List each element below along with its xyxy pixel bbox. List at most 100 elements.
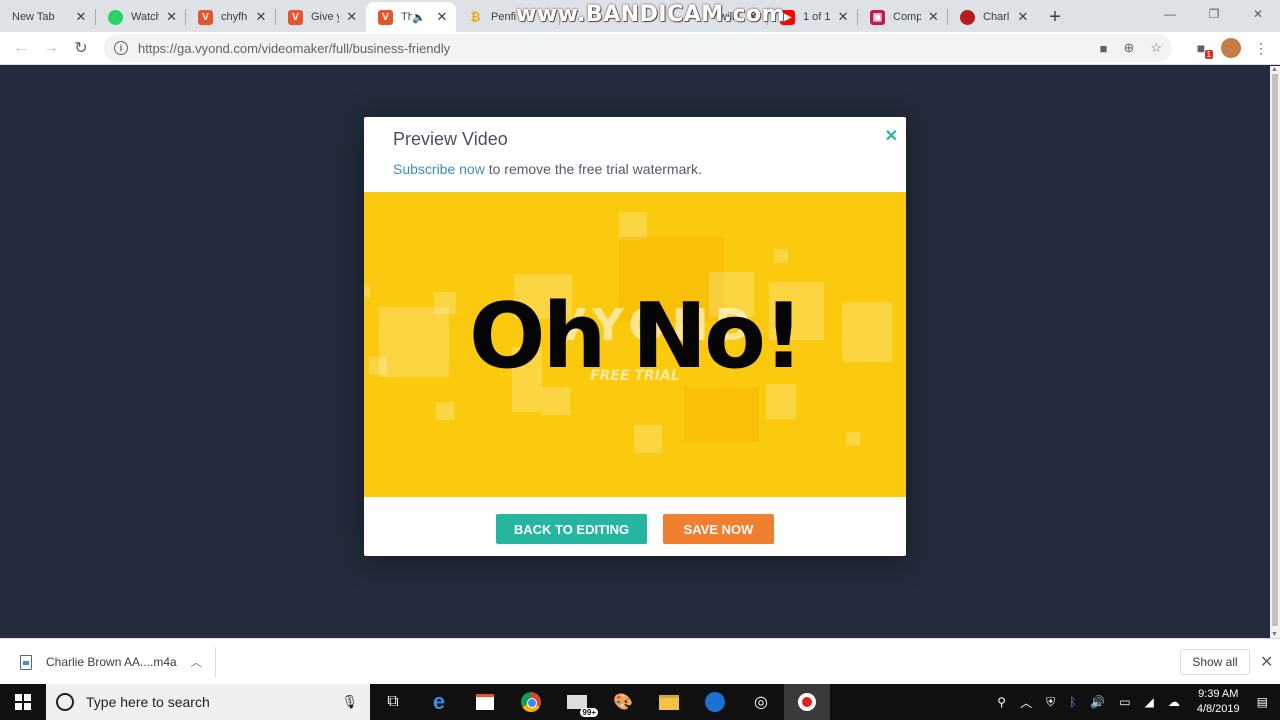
tab-title: Th: [401, 11, 413, 23]
scroll-down-icon[interactable]: ▼: [1271, 631, 1278, 638]
torrent-icon[interactable]: ◎: [738, 684, 784, 720]
tab-chyfh[interactable]: V chyfh ✕: [186, 2, 276, 32]
chevron-up-icon[interactable]: ︿: [1020, 694, 1032, 711]
free-trial-watermark: FREE TRIAL: [590, 368, 680, 384]
bandicam-record-icon[interactable]: [784, 684, 830, 720]
search-placeholder: Type here to search: [86, 694, 210, 710]
address-bar[interactable]: i https://ga.vyond.com/videomaker/full/b…: [104, 34, 1172, 62]
battery-icon[interactable]: ▭: [1119, 695, 1130, 709]
tab-title: Give y: [311, 11, 340, 23]
downloads-bar: Charlie Brown AA....m4a ︿ Show all ✕: [0, 638, 1280, 684]
new-tab-button[interactable]: +: [1038, 2, 1072, 32]
store-icon[interactable]: [462, 684, 508, 720]
windows-taskbar: Type here to search 🎙 ⧉ e 99+ 🎨 ◎ ⚲ ︿ ⛨ …: [0, 684, 1280, 720]
tab-title: will l: [719, 11, 740, 23]
show-all-button[interactable]: Show all: [1180, 649, 1250, 675]
bluetooth-icon[interactable]: ᛒ: [1069, 695, 1076, 709]
info-icon[interactable]: i: [114, 41, 128, 55]
scroll-thumb[interactable]: [1272, 74, 1278, 626]
windows-logo-icon: [15, 694, 31, 710]
close-window-icon[interactable]: ✕: [1236, 0, 1280, 28]
forward-arrow-icon[interactable]: →: [36, 33, 66, 63]
whatsapp-icon: [108, 9, 123, 25]
mail-badge: 99+: [580, 708, 598, 717]
close-icon[interactable]: ✕: [885, 126, 898, 146]
circle-icon: [960, 9, 975, 25]
tab-will[interactable]: will l ✕: [560, 2, 768, 32]
close-icon[interactable]: ✕: [1016, 9, 1030, 25]
close-icon[interactable]: ✕: [746, 9, 760, 25]
cloud-icon[interactable]: ☁: [1168, 695, 1180, 709]
download-item[interactable]: Charlie Brown AA....m4a ︿: [14, 647, 216, 677]
file-explorer-icon[interactable]: [646, 684, 692, 720]
scroll-up-icon[interactable]: ▲: [1271, 66, 1278, 73]
close-icon[interactable]: ✕: [836, 9, 850, 25]
reload-icon[interactable]: ↻: [66, 33, 96, 63]
globe-icon[interactable]: [692, 684, 738, 720]
browser-toolbar: ← → ↻ i https://ga.vyond.com/videomaker/…: [0, 32, 1280, 65]
tab-title: Penfi: [491, 11, 517, 23]
close-icon[interactable]: ✕: [927, 9, 940, 25]
task-view-icon[interactable]: ⧉: [370, 684, 416, 720]
tab-comp[interactable]: ▣ Comp ✕: [858, 2, 948, 32]
tab-title: Charl: [983, 11, 1010, 23]
tab-title: chyfh: [221, 11, 248, 23]
people-icon[interactable]: ⚲: [997, 695, 1006, 709]
tab-give[interactable]: V Give y ✕: [276, 2, 366, 32]
close-icon[interactable]: ✕: [345, 9, 358, 25]
url-text[interactable]: https://ga.vyond.com/videomaker/full/bus…: [138, 41, 1084, 56]
chevron-up-icon[interactable]: ︿: [191, 654, 202, 670]
volume-icon[interactable]: 🔊: [1090, 695, 1105, 709]
tab-watch[interactable]: Watch ✕: [96, 2, 186, 32]
close-icon[interactable]: ✕: [436, 9, 448, 25]
extension-icon[interactable]: ■ 1: [1186, 33, 1216, 63]
shield-icon[interactable]: ⛨: [1046, 695, 1055, 710]
close-icon[interactable]: ✕: [165, 9, 178, 25]
microphone-icon[interactable]: 🎙: [341, 694, 358, 710]
start-button[interactable]: [0, 684, 46, 720]
minimize-icon[interactable]: —: [1148, 0, 1192, 28]
clock-time: 9:39 AM: [1198, 688, 1239, 700]
video-preview[interactable]: VYOND Oh No! FREE TRIAL: [364, 192, 906, 497]
close-icon[interactable]: ✕: [1260, 652, 1273, 672]
subtitle-text: to remove the free trial watermark.: [484, 161, 702, 177]
browser-tab-strip: New Tab ✕ Watch ✕ V chyfh ✕ V Give y ✕ V…: [0, 0, 1280, 32]
cortana-icon: [56, 693, 74, 711]
tab-active[interactable]: V Th 🔈 ✕: [366, 2, 456, 32]
tab-penfi[interactable]: ₿ Penfi: [456, 2, 560, 32]
menu-icon[interactable]: ⋮: [1246, 33, 1276, 63]
vyond-icon: V: [198, 9, 213, 25]
edge-icon[interactable]: e: [416, 684, 462, 720]
notification-icon[interactable]: ▤: [1257, 695, 1268, 709]
audio-file-icon: [20, 654, 32, 670]
tab-charl[interactable]: Charl ✕: [948, 2, 1038, 32]
restore-icon[interactable]: ❐: [1192, 0, 1236, 28]
zoom-icon[interactable]: ⊕: [1123, 40, 1134, 56]
back-to-editing-button[interactable]: BACK TO EDITING: [496, 514, 647, 544]
wifi-icon[interactable]: ◢: [1145, 695, 1154, 709]
close-icon[interactable]: ✕: [254, 9, 268, 25]
taskbar-search[interactable]: Type here to search 🎙: [46, 684, 370, 720]
tab-youtube[interactable]: ▶ 1 of 1 ✕: [768, 2, 858, 32]
speaker-icon[interactable]: 🔈: [412, 11, 426, 24]
page-scrollbar[interactable]: ▲ ▼: [1270, 66, 1280, 638]
save-now-button[interactable]: SAVE NOW: [663, 514, 774, 544]
download-file-name[interactable]: Charlie Brown AA....m4a: [46, 655, 177, 669]
back-arrow-icon[interactable]: ←: [6, 33, 36, 63]
tab-new-tab[interactable]: New Tab ✕: [0, 2, 96, 32]
camera-icon[interactable]: ■: [1100, 41, 1108, 56]
star-icon[interactable]: ☆: [1150, 40, 1162, 56]
tab-title: Comp: [893, 11, 921, 23]
tab-title: New Tab: [12, 11, 55, 23]
paint-icon[interactable]: 🎨: [600, 684, 646, 720]
clock[interactable]: 9:39 AM 4/8/2019: [1197, 687, 1240, 717]
close-icon[interactable]: ✕: [74, 9, 88, 25]
mail-icon[interactable]: 99+: [554, 684, 600, 720]
youtube-icon: ▶: [780, 9, 795, 25]
preview-video-dialog: Preview Video ✕ Subscribe now to remove …: [364, 117, 906, 556]
system-tray: ⚲ ︿ ⛨ ᛒ 🔊 ▭ ◢ ☁ 9:39 AM 4/8/2019 ▤: [990, 684, 1280, 720]
dialog-subtitle: Subscribe now to remove the free trial w…: [393, 161, 702, 177]
subscribe-link[interactable]: Subscribe now: [393, 161, 485, 177]
profile-avatar[interactable]: [1216, 33, 1246, 63]
chrome-icon[interactable]: [508, 684, 554, 720]
